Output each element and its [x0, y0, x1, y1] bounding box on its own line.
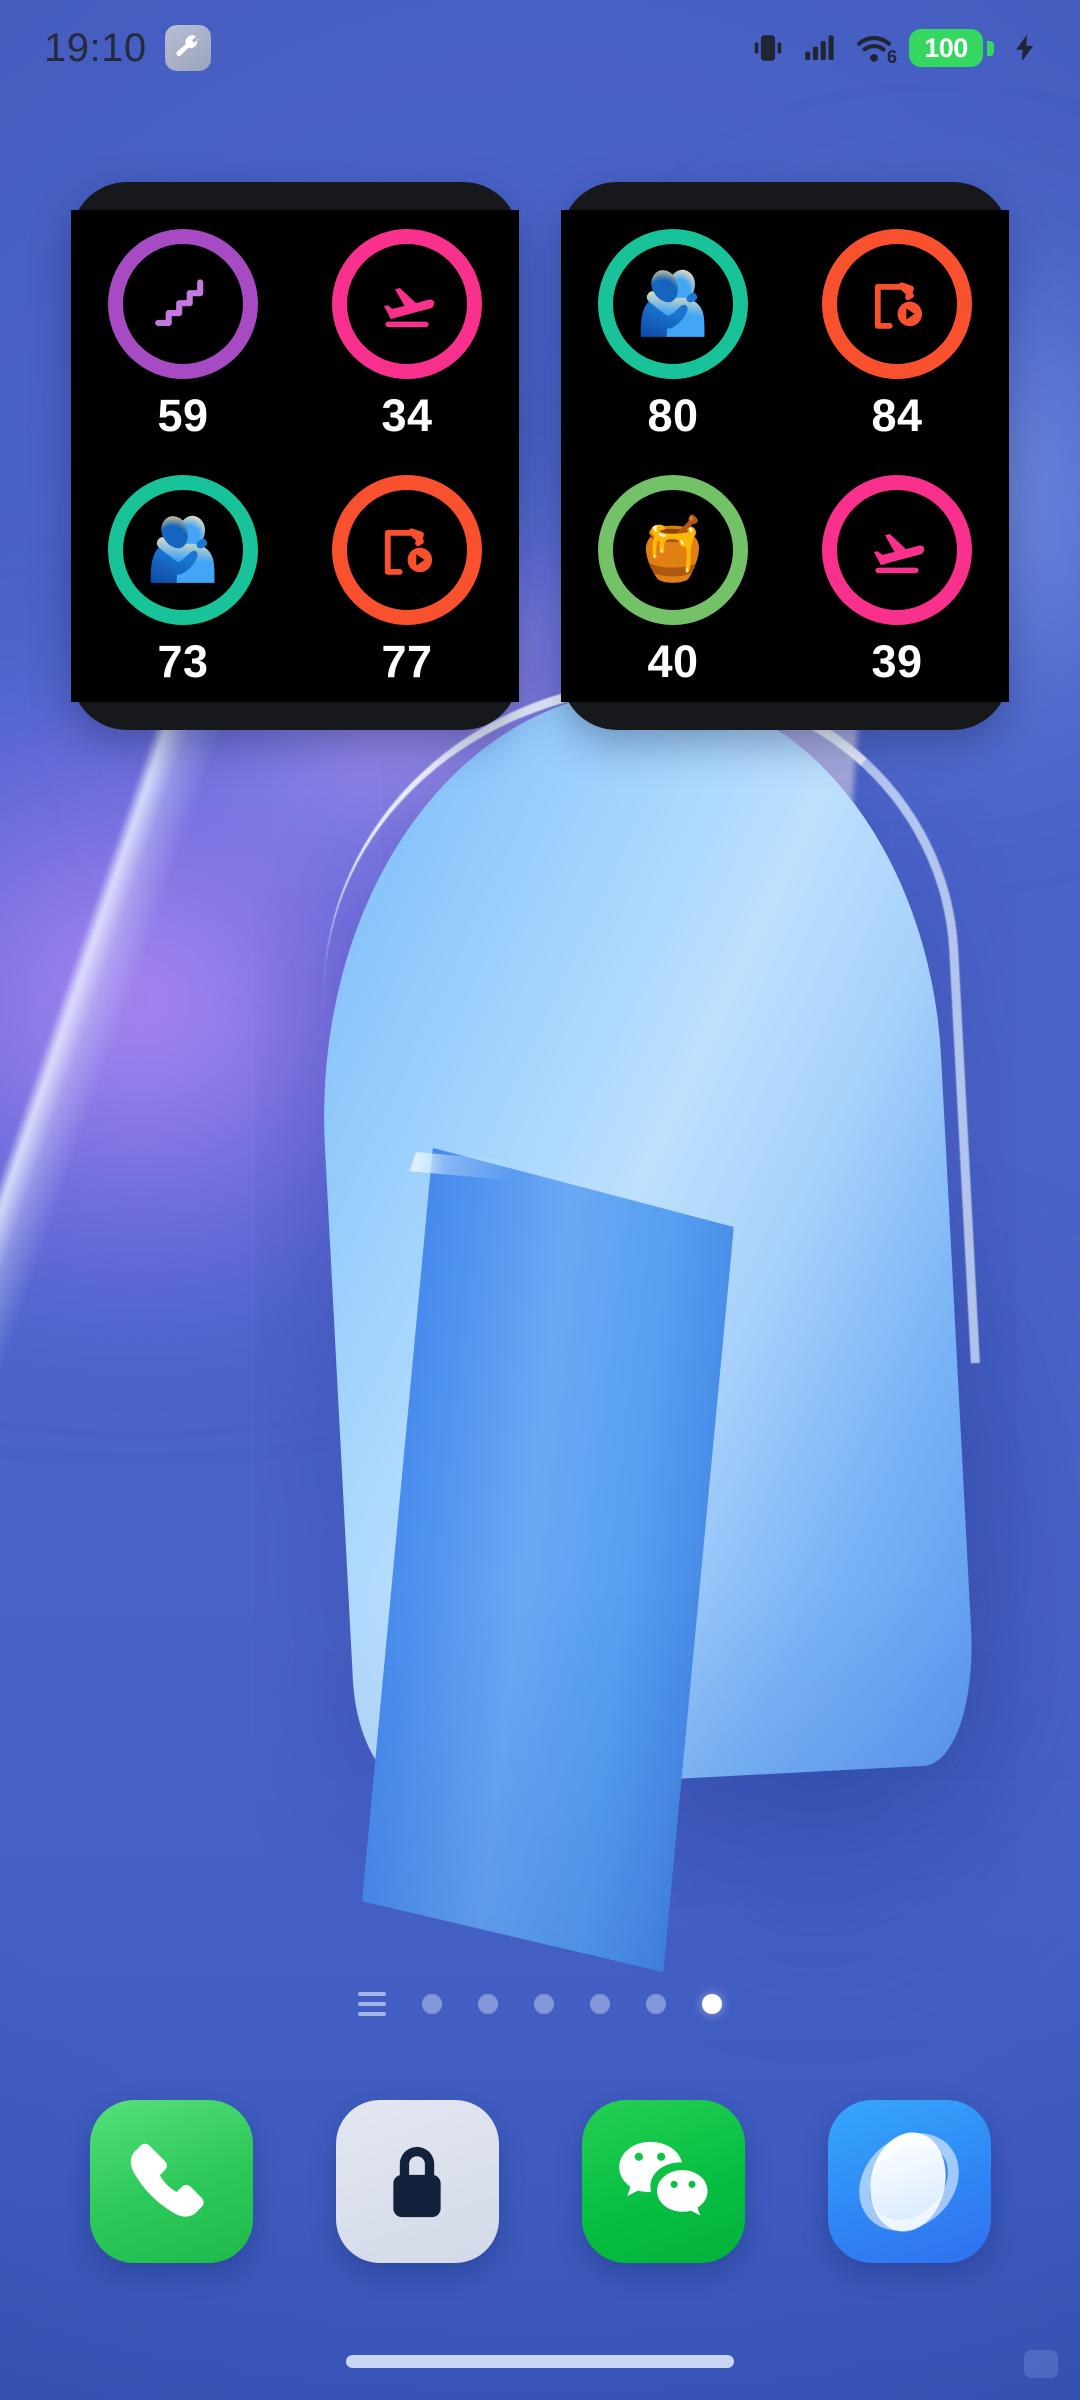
flight-takeoff-icon — [347, 244, 467, 364]
wechat-bubbles-icon — [619, 2141, 708, 2215]
page-indicator — [0, 1992, 1080, 2016]
padlock-icon — [393, 2146, 441, 2217]
page-dot[interactable] — [422, 1994, 442, 2014]
widget-cell[interactable]: 39 — [822, 474, 972, 687]
battery-badge: 100 — [909, 29, 983, 67]
widget-cell-value: 40 — [647, 635, 699, 687]
page-dot[interactable] — [534, 1994, 554, 2014]
stairs-ring — [108, 228, 258, 379]
widget-cell-value: 77 — [381, 635, 433, 687]
page-dot[interactable] — [590, 1994, 610, 2014]
widget-cell-value: 34 — [381, 389, 433, 441]
people-hug-icon: 🫂 — [144, 514, 222, 584]
widget-cell-value: 73 — [157, 635, 209, 687]
honey-pot-icon: 🍯 — [634, 514, 712, 584]
widget-grid: 🫂 80 84 🍯 40 39 — [561, 210, 1009, 702]
status-time: 19:10 — [44, 26, 147, 70]
widget-cell[interactable]: 84 — [822, 228, 972, 441]
status-battery: 100 — [909, 29, 994, 67]
status-bar-right: 6 100 — [751, 29, 1040, 67]
planet-orbit-icon — [839, 2112, 979, 2251]
page-dot-active[interactable] — [702, 1994, 722, 2014]
video-file-icon — [837, 244, 957, 364]
flight-takeoff-ring — [822, 474, 972, 625]
wifi-generation-label: 6 — [886, 47, 897, 67]
widget-cell[interactable]: 🍯 40 — [598, 474, 748, 687]
widget-grid: 59 34 🫂 73 77 — [71, 210, 519, 702]
widget-cell[interactable]: 🫂 73 — [108, 474, 258, 687]
shortcut-widget-left[interactable]: 59 34 🫂 73 77 — [71, 182, 519, 730]
page-dot[interactable] — [646, 1994, 666, 2014]
signal-bars-icon — [801, 31, 839, 65]
flight-takeoff-ring — [332, 228, 482, 379]
browser-app[interactable] — [827, 2100, 991, 2263]
phone-app[interactable] — [89, 2100, 253, 2263]
home-gesture-bar[interactable] — [346, 2355, 734, 2368]
widget-cell[interactable]: 🫂 80 — [598, 228, 748, 441]
widget-row: 59 34 🫂 73 77 🫂 80 84 🍯 40 39 — [0, 182, 1080, 730]
vibrate-icon — [751, 31, 785, 65]
phone-handset-icon — [130, 2143, 204, 2217]
widget-cell-value: 39 — [871, 635, 923, 687]
lock-app[interactable] — [335, 2100, 499, 2263]
honey-pot-ring: 🍯 — [598, 474, 748, 625]
video-file-ring — [332, 474, 482, 625]
widget-cell-value: 84 — [871, 389, 923, 441]
status-bar-left: 19:10 — [44, 25, 211, 71]
wrench-icon[interactable] — [164, 25, 211, 71]
video-file-icon — [347, 490, 467, 610]
battery-tip — [987, 40, 994, 56]
video-file-ring — [822, 228, 972, 379]
widget-cell-value: 59 — [157, 389, 209, 441]
people-hug-icon: 🫂 — [634, 268, 712, 338]
widget-cell[interactable]: 59 — [108, 228, 258, 441]
shortcut-widget-right[interactable]: 🫂 80 84 🍯 40 39 — [561, 182, 1009, 730]
people-hug-ring: 🫂 — [598, 228, 748, 379]
watermark — [1024, 2350, 1058, 2378]
wifi-6-icon: 6 — [855, 31, 897, 66]
wechat-app[interactable] — [581, 2100, 745, 2263]
charging-bolt-icon — [1010, 31, 1040, 65]
status-bar: 19:10 6 100 — [0, 0, 1080, 96]
phone-home-screen: 19:10 6 100 59 34 🫂 73 77 🫂 80 84 🍯 40 3… — [0, 0, 1080, 2400]
widget-cell[interactable]: 77 — [332, 474, 482, 687]
people-hug-ring: 🫂 — [108, 474, 258, 625]
widget-cell[interactable]: 34 — [332, 228, 482, 441]
stairs-icon — [123, 244, 243, 364]
page-dot[interactable] — [478, 1994, 498, 2014]
list-menu-icon[interactable] — [358, 1992, 386, 2016]
widget-cell-value: 80 — [647, 389, 699, 441]
dock — [0, 2100, 1080, 2263]
flight-takeoff-icon — [837, 490, 957, 610]
battery-level-label: 100 — [924, 32, 968, 63]
